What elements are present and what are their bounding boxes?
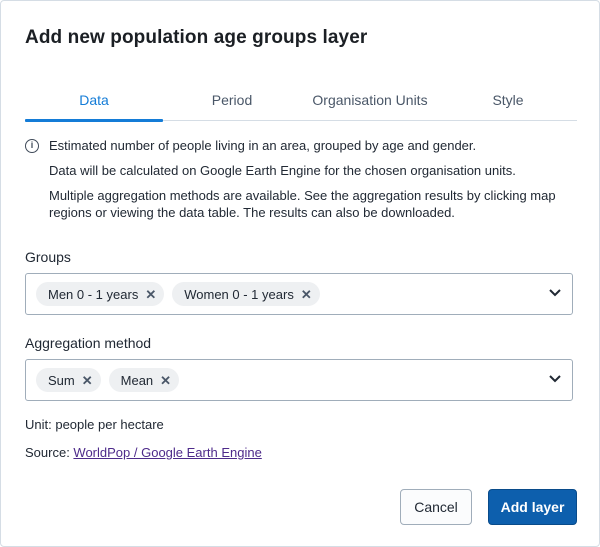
- source-prefix: Source:: [25, 445, 74, 460]
- add-layer-dialog: Add new population age groups layer Data…: [0, 0, 600, 547]
- chip-label: Women 0 - 1 years: [184, 286, 294, 302]
- info-aggregation-note: Multiple aggregation methods are availab…: [49, 188, 556, 220]
- group-chip: Women 0 - 1 years ✕: [172, 282, 320, 306]
- chevron-down-icon[interactable]: [548, 288, 562, 298]
- tab-style[interactable]: Style: [439, 83, 577, 120]
- chip-label: Mean: [120, 372, 154, 388]
- unit-text: Unit: people per hectare: [25, 417, 164, 432]
- groups-label: Groups: [25, 249, 71, 265]
- source-text: Source: WorldPop / Google Earth Engine: [25, 445, 262, 460]
- chip-label: Sum: [48, 372, 75, 388]
- groups-select[interactable]: Men 0 - 1 years ✕ Women 0 - 1 years ✕: [25, 273, 573, 315]
- chevron-down-icon[interactable]: [548, 374, 562, 384]
- add-layer-button[interactable]: Add layer: [488, 489, 577, 525]
- group-chip: Men 0 - 1 years ✕: [36, 282, 165, 306]
- aggregation-label: Aggregation method: [25, 335, 152, 351]
- tab-bar: Data Period Organisation Units Style: [25, 83, 577, 122]
- aggregation-chip: Sum ✕: [36, 368, 101, 392]
- remove-chip-icon[interactable]: ✕: [301, 288, 312, 301]
- dialog-title: Add new population age groups layer: [25, 27, 368, 48]
- info-description: Estimated number of people living in an …: [49, 138, 477, 153]
- tab-data[interactable]: Data: [25, 83, 163, 122]
- source-link[interactable]: WorldPop / Google Earth Engine: [73, 445, 261, 460]
- remove-chip-icon[interactable]: ✕: [160, 374, 171, 387]
- tab-organisation-units[interactable]: Organisation Units: [301, 83, 439, 120]
- tab-period[interactable]: Period: [163, 83, 301, 120]
- chip-label: Men 0 - 1 years: [48, 286, 139, 302]
- remove-chip-icon[interactable]: ✕: [82, 374, 93, 387]
- info-calculation-note: Data will be calculated on Google Earth …: [49, 163, 516, 178]
- cancel-button[interactable]: Cancel: [400, 489, 472, 525]
- aggregation-chip: Mean ✕: [108, 368, 180, 392]
- info-icon: i: [25, 139, 39, 153]
- aggregation-select[interactable]: Sum ✕ Mean ✕: [25, 359, 573, 401]
- remove-chip-icon[interactable]: ✕: [145, 288, 156, 301]
